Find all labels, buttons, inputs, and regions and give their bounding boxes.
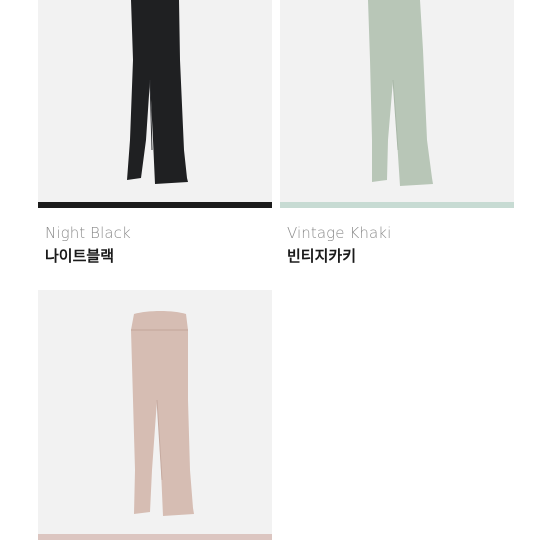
color-bar <box>38 534 272 540</box>
product-card-pink[interactable] <box>38 290 272 540</box>
product-name-en[interactable]: Night Black <box>45 224 131 242</box>
product-name-ko[interactable]: 빈티지카키 <box>287 245 356 266</box>
khaki-leggings-image <box>368 0 433 186</box>
product-card-vintage-khaki[interactable] <box>280 0 514 208</box>
color-bar <box>280 202 514 208</box>
black-leggings-image <box>127 0 188 184</box>
pink-leggings-image <box>131 311 194 516</box>
product-card-night-black[interactable] <box>38 0 272 208</box>
color-bar <box>38 202 272 208</box>
product-name-en[interactable]: Vintage Khaki <box>287 224 391 242</box>
product-name-ko[interactable]: 나이트블랙 <box>45 245 114 266</box>
